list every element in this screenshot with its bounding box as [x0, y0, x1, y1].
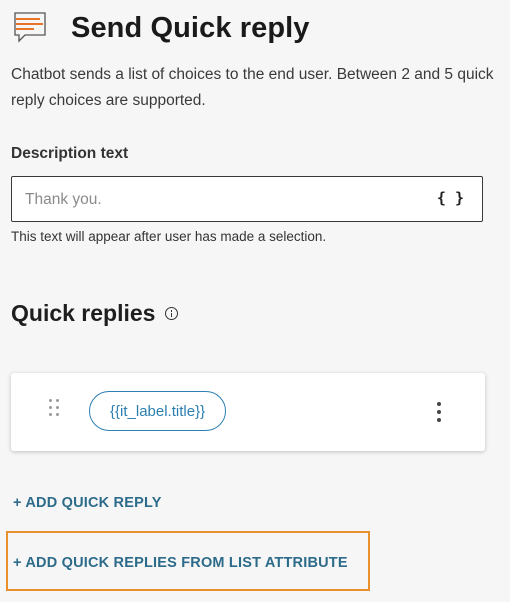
info-icon[interactable] [165, 307, 179, 320]
add-quick-replies-from-list-button[interactable]: + ADD QUICK REPLIES FROM LIST ATTRIBUTE [13, 555, 348, 571]
quick-replies-heading: Quick replies [11, 300, 179, 327]
insert-variable-button[interactable]: { } [437, 189, 464, 207]
page-title: Send Quick reply [71, 11, 310, 44]
description-text-input[interactable] [23, 177, 427, 223]
quick-reply-card: {{it_label.title}} [11, 373, 485, 451]
chat-bubble-lines-icon [12, 10, 52, 46]
add-quick-reply-button[interactable]: + ADD QUICK REPLY [13, 495, 162, 511]
quick-replies-title: Quick replies [11, 300, 156, 326]
drag-handle-icon[interactable] [49, 399, 63, 421]
page-description: Chatbot sends a list of choices to the e… [11, 66, 494, 109]
more-options-icon[interactable] [435, 400, 443, 424]
quick-reply-chip[interactable]: {{it_label.title}} [89, 391, 227, 431]
description-text-label: Description text [11, 145, 129, 162]
description-text-field: { } [11, 176, 483, 223]
description-helper-text: This text will appear after user has mad… [11, 229, 327, 244]
header: Send Quick reply [12, 8, 310, 48]
